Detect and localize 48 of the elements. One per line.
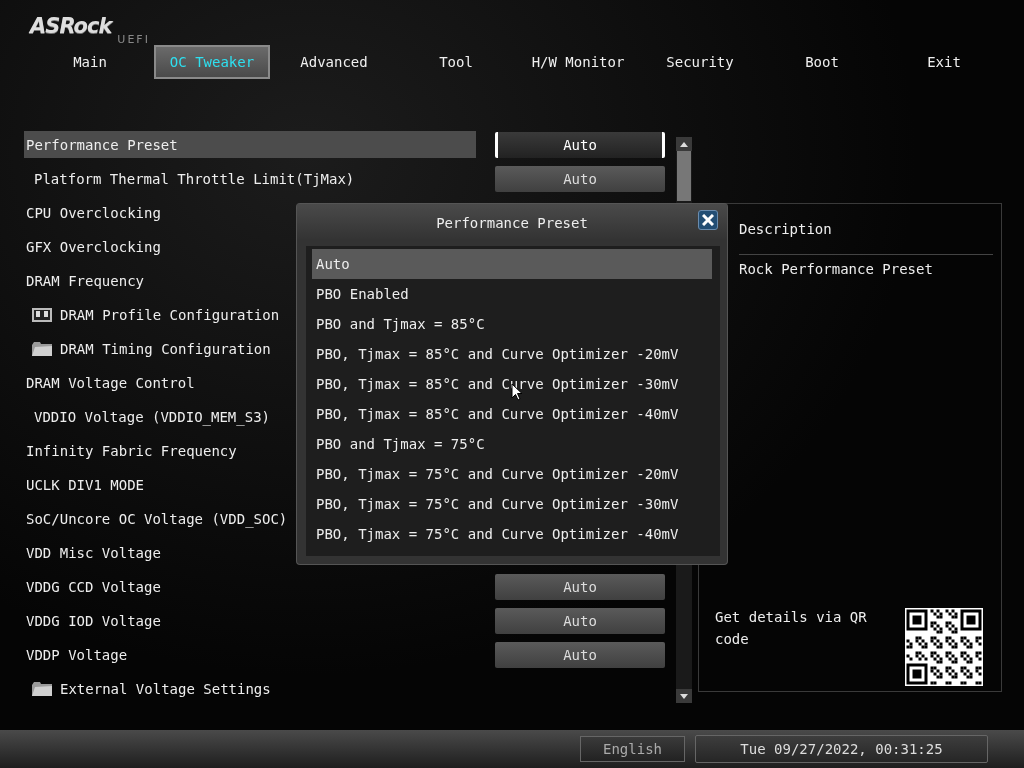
menu-tab[interactable]: H/W Monitor	[517, 45, 639, 79]
scrollbar-thumb[interactable]	[677, 151, 691, 201]
setting-label: DRAM Profile Configuration	[60, 306, 280, 323]
close-icon	[702, 214, 714, 226]
menu-tab[interactable]: Security	[639, 45, 761, 79]
down-arrow-icon[interactable]	[680, 693, 688, 699]
option-item[interactable]: PBO, Tjmax = 75°C and Curve Optimizer -20mV	[312, 459, 712, 489]
menu-tab[interactable]: Boot	[761, 45, 883, 79]
value-button[interactable]: Auto	[495, 573, 665, 600]
folder-icon	[32, 340, 52, 357]
qr-caption: Get details via QR code	[715, 608, 868, 649]
description-heading: Description	[739, 204, 993, 255]
setting-row[interactable]: Platform Thermal Throttle Limit(TjMax)	[24, 165, 476, 192]
selected-setting-row[interactable]: Performance Preset	[24, 131, 476, 158]
option-item[interactable]: PBO, Tjmax = 85°C and Curve Optimizer -20mV	[312, 339, 712, 369]
menu-tab[interactable]: Exit	[883, 45, 1005, 79]
option-item[interactable]: PBO and Tjmax = 75°C	[312, 429, 712, 459]
up-arrow-icon[interactable]	[680, 141, 688, 147]
popup-title: Performance Preset	[436, 215, 588, 231]
setting-label: External Voltage Settings	[60, 680, 271, 697]
close-button[interactable]	[698, 210, 718, 230]
value-button[interactable]: Auto	[495, 131, 665, 158]
brand-logo: ASRock	[30, 14, 112, 38]
menu-tab[interactable]: OC Tweaker	[154, 45, 270, 79]
menu-tab[interactable]: Main	[29, 45, 151, 79]
option-item[interactable]: PBO, Tjmax = 75°C and Curve Optimizer -40mV	[312, 519, 712, 549]
language-button[interactable]: English	[580, 736, 685, 762]
folder-icon	[32, 680, 52, 697]
setting-row[interactable]: VDDG IOD Voltage	[24, 607, 476, 634]
setting-row[interactable]: External Voltage Settings	[24, 675, 476, 702]
value-button[interactable]: Auto	[495, 165, 665, 192]
uefi-label: UEFI	[117, 33, 150, 46]
memory-module-icon	[32, 306, 52, 323]
value-button[interactable]: Auto	[495, 641, 665, 668]
option-item[interactable]: PBO, Tjmax = 85°C and Curve Optimizer -30mV	[312, 369, 712, 399]
date-time-display: Tue 09/27/2022, 00:31:25	[695, 735, 988, 763]
setting-row[interactable]: VDDG CCD Voltage	[24, 573, 476, 600]
setting-label: DRAM Timing Configuration	[60, 340, 271, 357]
option-item[interactable]: PBO and Tjmax = 85°C	[312, 309, 712, 339]
menu-tab[interactable]: Tool	[395, 45, 517, 79]
option-item[interactable]: PBO, Tjmax = 75°C and Curve Optimizer -30mV	[312, 489, 712, 519]
menu-tab[interactable]: Advanced	[273, 45, 395, 79]
setting-row[interactable]: VDDP Voltage	[24, 641, 476, 668]
option-item[interactable]: PBO Enabled	[312, 279, 712, 309]
description-text: Rock Performance Preset	[739, 261, 934, 277]
option-item[interactable]: Auto	[312, 249, 712, 279]
option-item[interactable]: PBO, Tjmax = 85°C and Curve Optimizer -40mV	[312, 399, 712, 429]
value-button[interactable]: Auto	[495, 607, 665, 634]
